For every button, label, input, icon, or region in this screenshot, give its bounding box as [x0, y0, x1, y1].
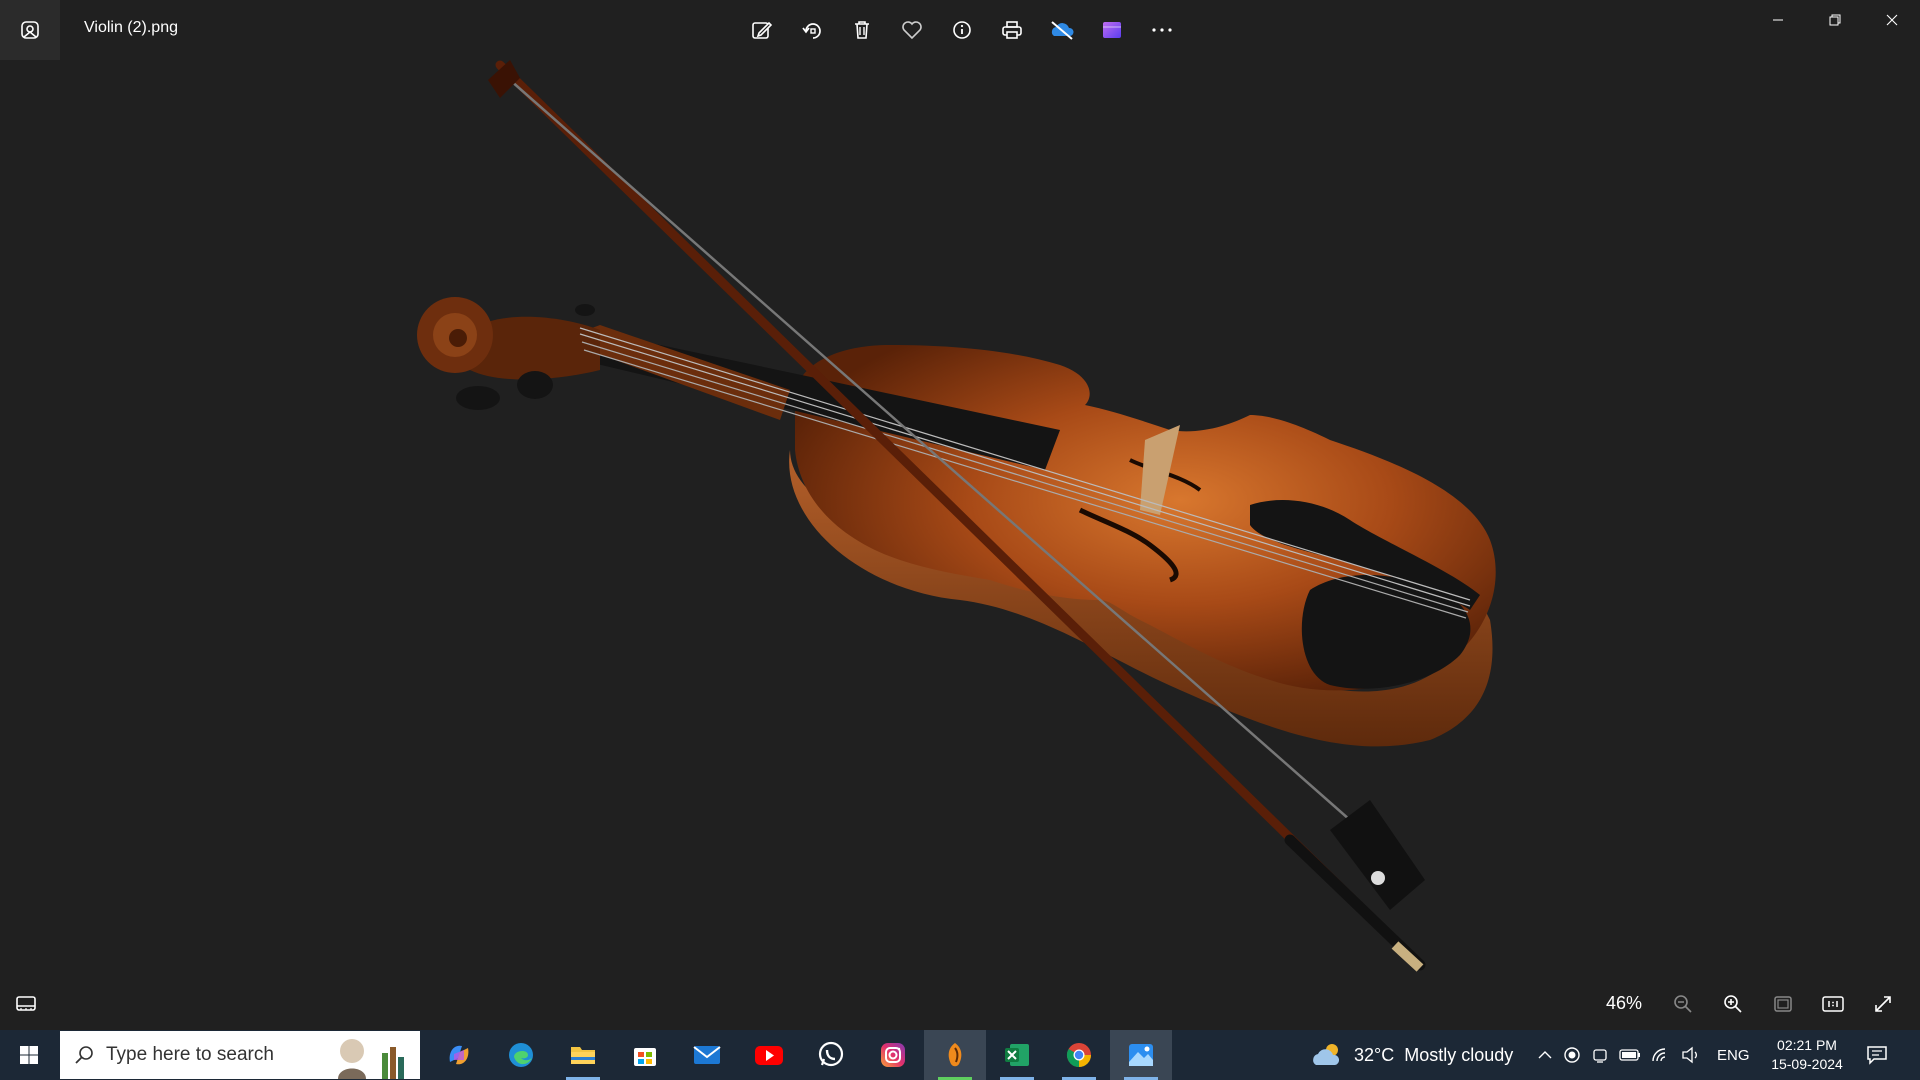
close-button[interactable]: [1863, 0, 1920, 40]
edit-image-button[interactable]: [742, 10, 782, 50]
mail-app[interactable]: [676, 1030, 738, 1080]
notification-icon: [1867, 1046, 1887, 1065]
whatsapp-icon: [818, 1041, 844, 1067]
delete-button[interactable]: [842, 10, 882, 50]
clipchamp-button[interactable]: [1092, 10, 1132, 50]
microsoft-store-app[interactable]: [614, 1030, 676, 1080]
viewer-bottom-bar: 46%: [0, 978, 1920, 1030]
fit-window-icon: [1774, 996, 1792, 1012]
windows-taskbar: Type here to search 32°C Mostly cloudy E…: [0, 1030, 1920, 1080]
restore-icon: [1829, 14, 1840, 26]
edit-image-icon: [752, 21, 773, 39]
zoom-controls: [1663, 984, 1903, 1024]
youtube-app[interactable]: [738, 1030, 800, 1080]
title-bar: Violin (2).png: [0, 0, 1920, 60]
copilot-icon: [449, 1045, 469, 1065]
photos-app[interactable]: [1110, 1030, 1172, 1080]
instagram-app[interactable]: [862, 1030, 924, 1080]
file-name-title: Violin (2).png: [84, 19, 178, 36]
filmstrip-icon: [16, 996, 36, 1011]
actual-size-button[interactable]: [1813, 984, 1853, 1024]
printer-icon: [1002, 21, 1022, 39]
zoom-level[interactable]: 46%: [1606, 993, 1642, 1014]
weather-widget[interactable]: 32°C Mostly cloudy: [1310, 1030, 1513, 1080]
info-icon: [953, 21, 971, 39]
cloudy-weather-icon: [1313, 1044, 1340, 1065]
weather-condition: Mostly cloudy: [1404, 1044, 1514, 1065]
edge-icon: [509, 1043, 533, 1067]
actual-size-icon: [1822, 996, 1844, 1012]
speaker-icon[interactable]: [1681, 1046, 1701, 1064]
close-icon: [1886, 14, 1897, 26]
pinned-apps: [428, 1030, 1172, 1080]
chrome-app[interactable]: [1048, 1030, 1110, 1080]
heart-icon: [902, 21, 922, 40]
system-tray: ENG: [1537, 1030, 1750, 1080]
rotate-button[interactable]: [792, 10, 832, 50]
record-icon[interactable]: [1563, 1046, 1581, 1064]
restore-button[interactable]: [1806, 0, 1863, 40]
photos-icon: [1129, 1044, 1153, 1066]
image-canvas[interactable]: [0, 60, 1920, 978]
search-icon: [75, 1046, 93, 1064]
violin-image: [417, 60, 1496, 972]
folder-icon: [571, 1047, 595, 1064]
chevron-up-icon[interactable]: [1537, 1047, 1553, 1063]
chrome-icon: [1066, 1043, 1091, 1068]
trash-icon: [855, 21, 869, 39]
taskbar-clock[interactable]: 02:21 PM 15-09-2024: [1768, 1036, 1846, 1074]
zoom-out-icon: [1674, 995, 1692, 1013]
copilot-app[interactable]: [428, 1030, 490, 1080]
wifi-icon[interactable]: [1651, 1046, 1671, 1064]
whatsapp-app[interactable]: [800, 1030, 862, 1080]
minimize-icon: [1772, 19, 1783, 21]
favorite-button[interactable]: [892, 10, 932, 50]
minimize-button[interactable]: [1749, 0, 1806, 40]
youtube-icon: [755, 1046, 783, 1065]
fl-studio-app[interactable]: [924, 1030, 986, 1080]
input-language[interactable]: ENG: [1717, 1047, 1750, 1064]
zoom-out-button[interactable]: [1663, 984, 1703, 1024]
fit-to-window-button[interactable]: [1763, 984, 1803, 1024]
search-placeholder: Type here to search: [106, 1044, 274, 1065]
excel-app[interactable]: [986, 1030, 1048, 1080]
onedrive-cloud-icon: [1051, 21, 1074, 40]
file-info-button[interactable]: [942, 10, 982, 50]
battery-icon[interactable]: [1619, 1048, 1641, 1062]
instagram-icon: [881, 1043, 905, 1067]
excel-icon: [1005, 1044, 1029, 1066]
file-explorer-app[interactable]: [552, 1030, 614, 1080]
print-button[interactable]: [992, 10, 1032, 50]
filmstrip-button[interactable]: [6, 984, 46, 1024]
windows-logo-icon: [20, 1046, 38, 1064]
viewer-toolbar: [742, 10, 1182, 50]
expand-icon: [1875, 996, 1891, 1012]
window-controls: [1749, 0, 1920, 40]
taskbar-search-box[interactable]: Type here to search: [60, 1031, 420, 1079]
onedrive-button[interactable]: [1042, 10, 1082, 50]
see-more-button[interactable]: [1142, 10, 1182, 50]
clock-time: 02:21 PM: [1777, 1037, 1837, 1053]
clipchamp-icon: [1103, 22, 1121, 38]
start-button[interactable]: [0, 1030, 58, 1080]
notification-center-button[interactable]: [1862, 1040, 1892, 1070]
store-icon: [634, 1048, 656, 1066]
zoom-in-button[interactable]: [1713, 984, 1753, 1024]
photos-app-icon[interactable]: [0, 0, 60, 60]
rotate-icon: [802, 23, 821, 39]
mail-icon: [693, 1046, 721, 1064]
weather-temperature: 32°C: [1354, 1044, 1395, 1065]
clock-date: 15-09-2024: [1771, 1056, 1843, 1072]
fl-studio-icon: [948, 1043, 962, 1067]
zoom-in-icon: [1724, 995, 1742, 1013]
search-highlight-illustration: [338, 1039, 404, 1079]
full-screen-button[interactable]: [1863, 984, 1903, 1024]
edge-app[interactable]: [490, 1030, 552, 1080]
meet-now-icon[interactable]: [1591, 1046, 1609, 1064]
more-icon: [1152, 28, 1172, 32]
